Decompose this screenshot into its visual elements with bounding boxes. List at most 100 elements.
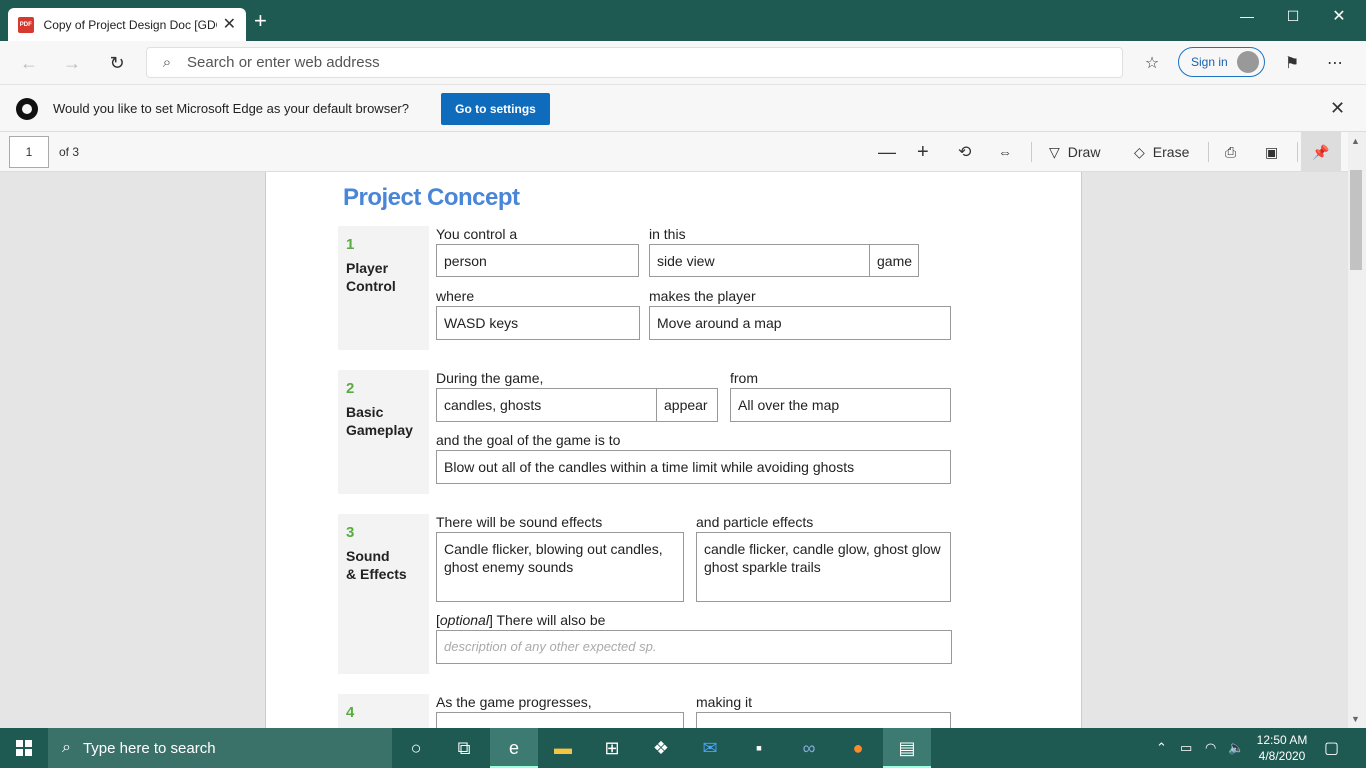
maximize-icon[interactable]: ☐ [1270,0,1316,32]
section-name-line: Sound [346,548,390,564]
section-name-line: Control [346,278,396,294]
field-label: from [730,370,758,386]
field-goal-value[interactable]: Blow out all of the candles within a tim… [436,450,951,484]
store-icon[interactable]: ⊞ [588,728,636,768]
close-window-icon[interactable]: ✕ [1316,0,1362,32]
erase-button[interactable]: ◇ Erase [1134,141,1189,163]
taskbar-search-box[interactable]: ⌕ Type here to search [48,728,392,768]
field-from-value[interactable]: All over the map [730,388,951,422]
section-name-line: Player [346,260,389,276]
page-count: of 3 [59,145,80,159]
back-icon[interactable]: ← [16,50,42,76]
vertical-scrollbar[interactable]: ▲ ▼ [1348,132,1366,728]
browser-toolbar: ← → ↻ ⌕ Search or enter web address ☆ Si… [0,41,1366,84]
field-where-value[interactable]: WASD keys [436,306,640,340]
new-tab-icon[interactable]: + [254,10,267,32]
feedback-icon[interactable]: ⚑ [1279,50,1305,76]
field-label: makes the player [649,288,756,304]
save-icon[interactable]: ▣ [1265,141,1278,163]
section-name-line: Gameplay [346,422,413,438]
clock-time: 12:50 AM [1256,733,1308,747]
sign-in-label: Sign in [1191,55,1228,69]
favorites-icon[interactable]: ☆ [1139,50,1165,76]
firefox-icon[interactable]: ● [834,728,882,768]
page-number-input[interactable]: 1 [9,136,49,168]
forward-icon[interactable]: → [59,50,85,76]
scrollbar-thumb[interactable] [1350,170,1362,270]
browser-tab[interactable]: PDF Copy of Project Design Doc [GDC ✕ [8,8,246,41]
address-placeholder: Search or enter web address [187,54,380,71]
field-making-value[interactable] [696,712,951,728]
edge-logo-icon [16,98,38,120]
windows-taskbar: ⌕ Type here to search ○ ⧉ e ▬ ⊞ ❖ ✉ ▪ ∞ … [0,728,1366,768]
arduino-icon[interactable]: ∞ [785,728,833,768]
go-to-settings-button[interactable]: Go to settings [441,93,550,125]
tab-close-icon[interactable]: ✕ [223,16,236,33]
page-title: Project Concept [343,184,520,211]
default-browser-infobar: Would you like to set Microsoft Edge as … [0,84,1366,132]
field-progress-value[interactable] [436,712,684,728]
clock-date: 4/8/2020 [1258,749,1306,763]
section-name-line: Basic [346,404,384,420]
field-label: You control a [436,226,518,242]
pin-toolbar-icon[interactable]: 📌 [1301,132,1341,172]
address-bar[interactable]: ⌕ Search or enter web address [146,47,1123,78]
section-number: 3 [346,524,355,541]
wifi-icon[interactable]: ◠ [1205,728,1216,768]
field-sound-value[interactable]: Candle flicker, blowing out candles, gho… [436,532,684,602]
minimize-icon[interactable]: — [1224,0,1270,32]
field-optional-input[interactable]: description of any other expected sp. [436,630,952,664]
field-makes-value[interactable]: Move around a map [649,306,951,340]
section-number: 4 [346,704,355,721]
cortana-icon[interactable]: ○ [392,728,440,768]
infobar-close-icon[interactable]: ✕ [1330,98,1345,119]
pdf-file-icon: PDF [18,16,34,33]
optional-tag: optional [439,612,489,628]
field-label: There will be sound effects [436,514,603,530]
toolbar-divider [1208,142,1209,162]
edge-app-icon[interactable]: e [490,728,538,768]
field-label: and the goal of the game is to [436,432,621,448]
field-during-value[interactable]: candles, ghosts [436,388,657,422]
infobar-text: Would you like to set Microsoft Edge as … [53,101,409,116]
toolbar-divider [1031,142,1032,162]
scroll-up-icon[interactable]: ▲ [1351,136,1360,146]
zoom-out-icon[interactable]: — [878,141,896,163]
zoom-in-icon[interactable]: + [917,141,929,163]
section-label-basic-gameplay: 2 Basic Gameplay [338,370,429,494]
refresh-icon[interactable]: ↻ [104,50,130,76]
field-label: During the game, [436,370,544,386]
print-icon[interactable]: ⎙ [1225,141,1236,163]
show-hidden-icons-icon[interactable]: ⌃ [1156,728,1167,768]
field-control-value[interactable]: person [436,244,639,277]
avatar [1237,51,1259,73]
tab-title: Copy of Project Design Doc [GDC [43,17,217,32]
more-icon[interactable]: ⋯ [1322,50,1348,76]
field-label: As the game progresses, [436,694,592,710]
erase-icon: ◇ [1134,143,1145,160]
section-label-player-control: 1 Player Control [338,226,429,350]
optional-label-text: There will also be [496,612,606,628]
notifications-icon[interactable]: ▢ [1324,728,1339,768]
fit-page-icon[interactable]: ⇔ [998,141,1012,163]
dropbox-icon[interactable]: ❖ [637,728,685,768]
scroll-down-icon[interactable]: ▼ [1351,714,1360,724]
sign-in-button[interactable]: Sign in [1178,47,1265,77]
draw-button[interactable]: ▽ Draw [1049,141,1100,163]
system-clock[interactable]: 12:50 AM 4/8/2020 [1252,732,1312,764]
file-explorer-icon[interactable]: ▬ [539,728,587,768]
rotate-icon[interactable]: ⟲ [958,141,971,163]
windows-logo-icon [16,740,32,756]
pdf-toolbar: 1 of 3 — + ⟲ ⇔ ▽ Draw ◇ Erase ⎙ ▣ 📌 [0,132,1366,172]
battery-icon[interactable]: ▭ [1180,728,1192,768]
volume-icon[interactable]: 🔈 [1228,728,1244,768]
task-view-icon[interactable]: ⧉ [440,728,488,768]
mail-icon[interactable]: ✉ [686,728,734,768]
start-button[interactable] [0,728,48,768]
field-view-value[interactable]: side view [649,244,870,277]
field-particle-value[interactable]: candle flicker, candle glow, ghost glow … [696,532,951,602]
draw-icon: ▽ [1049,143,1060,160]
document-app-icon[interactable]: ▤ [883,728,931,768]
field-label: in this [649,226,686,242]
terminal-icon[interactable]: ▪ [735,728,783,768]
